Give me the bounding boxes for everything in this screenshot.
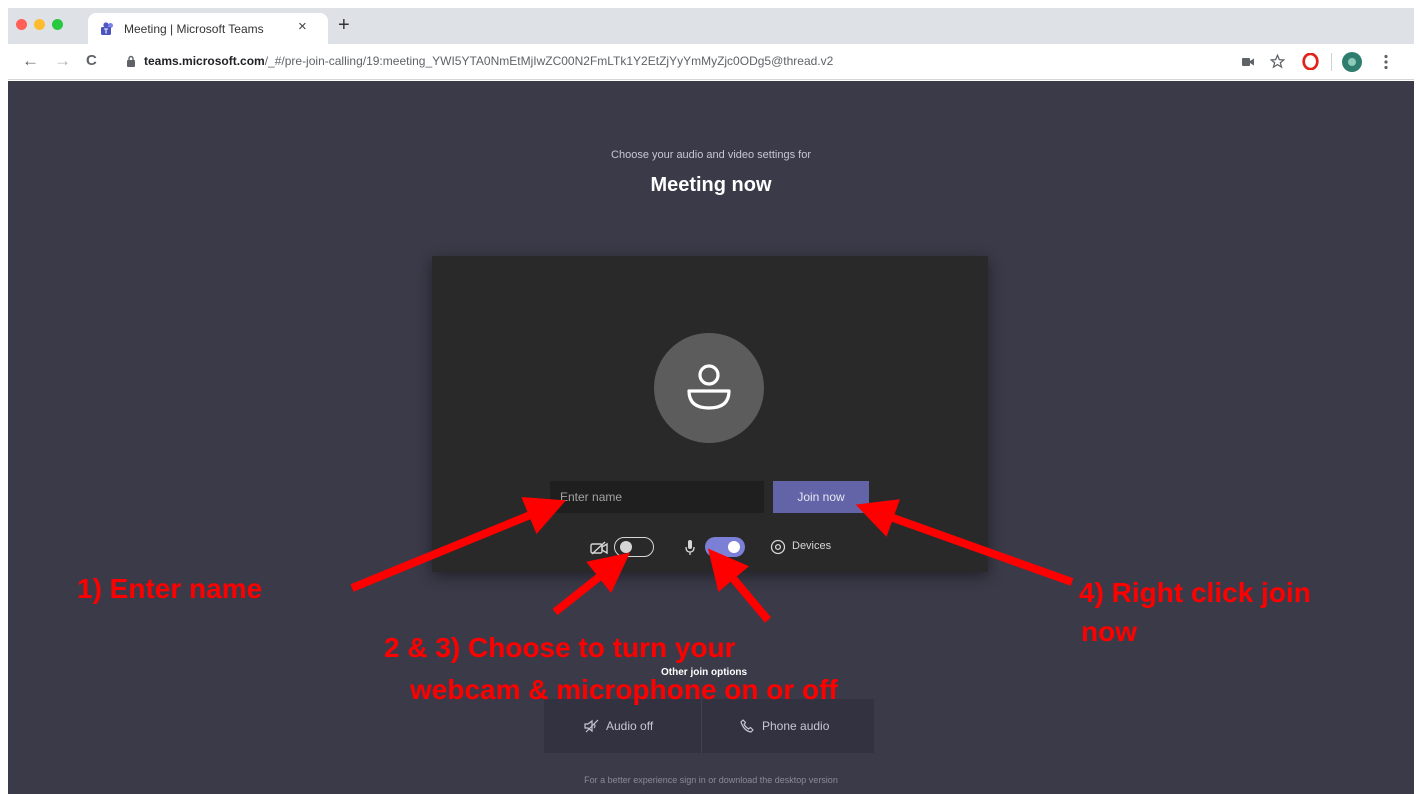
url-text: teams.microsoft.com/_#/pre-join-calling/… [144, 54, 833, 68]
camera-off-icon [590, 541, 608, 555]
url-host: teams.microsoft.com [144, 54, 265, 68]
phone-icon [740, 719, 754, 733]
tab-title: Meeting | Microsoft Teams [124, 22, 264, 36]
annotation-step23-line2: webcam & microphone on or off [410, 674, 838, 705]
microphone-toggle[interactable] [705, 537, 745, 557]
forward-icon[interactable]: → [54, 51, 71, 71]
annotation-step23-line1: 2 & 3) Choose to turn your [384, 632, 736, 663]
annotation-step4-line2: now [1081, 616, 1137, 647]
gear-icon[interactable] [770, 539, 786, 555]
phone-audio-option[interactable]: Phone audio [702, 699, 867, 753]
bookmark-star-icon[interactable] [1270, 54, 1285, 69]
speaker-off-icon [584, 719, 599, 733]
name-input[interactable] [550, 481, 764, 513]
meeting-title: Meeting now [650, 174, 772, 196]
join-options-bar: Audio off Phone audio [544, 699, 874, 753]
teams-logo-icon: T [101, 22, 113, 36]
avatar [654, 333, 764, 443]
svg-text:T: T [104, 29, 109, 36]
browser-tab-bar: T Meeting | Microsoft Teams × + [8, 8, 1414, 44]
microphone-icon [685, 540, 695, 555]
settings-subtitle: Choose your audio and video settings for [611, 149, 811, 161]
person-icon [687, 364, 731, 410]
opera-extension-icon[interactable] [1302, 53, 1319, 70]
camera-toggle-knob [620, 541, 632, 553]
reload-icon[interactable]: C [86, 52, 97, 69]
annotation-step1: 1) Enter name [77, 573, 263, 604]
profile-avatar-icon[interactable] [1342, 52, 1362, 72]
url-path: /_#/pre-join-calling/19:meeting_YWI5YTA0… [264, 54, 834, 68]
window-maximize-button[interactable] [52, 19, 63, 30]
tab-close-icon[interactable]: × [298, 18, 307, 35]
audio-off-option[interactable]: Audio off [544, 699, 709, 753]
browser-toolbar: ← → C teams.microsoft.com/_#/pre-join-ca… [8, 44, 1414, 80]
window-minimize-button[interactable] [34, 19, 45, 30]
phone-audio-label: Phone audio [762, 719, 830, 733]
browser-tab[interactable]: T Meeting | Microsoft Teams × [88, 13, 328, 44]
lock-icon [127, 55, 135, 67]
back-icon[interactable]: ← [22, 51, 39, 71]
window-close-button[interactable] [16, 19, 27, 30]
annotation-step4-line1: 4) Right click join [1079, 577, 1311, 608]
join-now-button[interactable]: Join now [773, 481, 869, 513]
toolbar-divider [1331, 53, 1332, 71]
footer-message: For a better experience sign in or downl… [584, 775, 838, 785]
microphone-toggle-knob [728, 541, 740, 553]
devices-button[interactable]: Devices [792, 540, 831, 552]
more-menu-icon[interactable] [1384, 54, 1388, 70]
camera-blocked-icon[interactable] [1242, 57, 1254, 67]
video-preview-panel: Join now Devices [432, 256, 988, 572]
camera-toggle[interactable] [614, 537, 654, 557]
new-tab-button[interactable]: + [338, 14, 350, 37]
address-bar[interactable]: teams.microsoft.com/_#/pre-join-calling/… [116, 49, 1236, 75]
audio-off-label: Audio off [606, 719, 654, 733]
